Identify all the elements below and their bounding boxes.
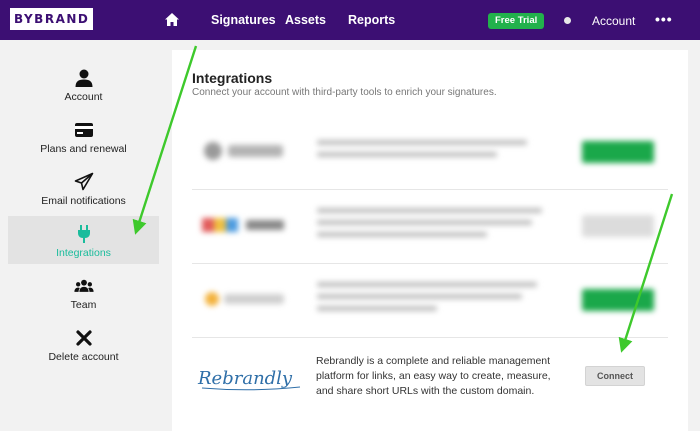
settings-sidebar: Account Plans and renewal Email notifica… — [0, 40, 170, 431]
rebrandly-connect-button[interactable]: Connect — [585, 366, 645, 386]
sidebar-item-label: Account — [64, 91, 103, 103]
integration-button-blurred[interactable] — [582, 141, 654, 163]
sidebar-item-account[interactable]: Account — [8, 66, 159, 114]
rebrandly-description: Rebrandly is a complete and reliable man… — [316, 355, 551, 397]
top-navigation: BYBRAND Signatures Assets Reports Free T… — [0, 0, 700, 40]
integration-logo-blurred — [205, 292, 284, 306]
nav-account[interactable]: Account — [592, 13, 635, 29]
rebrandly-logo: Rebrandly — [197, 368, 301, 391]
svg-text:Rebrandly: Rebrandly — [197, 368, 293, 389]
integrations-panel: Integrations Connect your account with t… — [172, 50, 688, 431]
team-icon — [73, 279, 94, 292]
more-menu-icon[interactable]: ••• — [655, 11, 673, 27]
integration-logo-blurred — [202, 218, 284, 232]
integration-row-blurred — [192, 118, 668, 190]
paper-plane-icon — [74, 172, 93, 191]
home-icon[interactable] — [164, 12, 180, 28]
integration-row-rebrandly: Rebrandly Rebrandly is a complete and re… — [192, 340, 668, 420]
integration-button-blurred[interactable] — [582, 215, 654, 237]
sidebar-item-team[interactable]: Team — [8, 274, 159, 322]
plug-icon — [77, 225, 90, 243]
sidebar-item-integrations[interactable]: Integrations — [8, 216, 159, 264]
nav-reports[interactable]: Reports — [348, 12, 395, 28]
close-icon — [75, 330, 92, 346]
integration-button-blurred[interactable] — [582, 289, 654, 311]
user-icon — [75, 69, 92, 87]
integration-description-blurred — [317, 208, 542, 244]
integration-description-blurred — [317, 140, 537, 164]
page-title: Integrations — [192, 70, 273, 86]
bybrand-logo[interactable]: BYBRAND — [10, 8, 94, 30]
integration-logo-blurred — [204, 142, 283, 160]
sidebar-item-label: Email notifications — [41, 195, 126, 207]
integration-description-blurred — [317, 282, 537, 318]
credit-card-icon — [74, 123, 93, 137]
sidebar-item-label: Plans and renewal — [40, 143, 127, 155]
sidebar-item-label: Team — [70, 299, 97, 311]
sidebar-item-delete-account[interactable]: Delete account — [8, 326, 159, 374]
sidebar-item-plans[interactable]: Plans and renewal — [8, 118, 159, 166]
sidebar-item-label: Integrations — [56, 247, 111, 259]
sidebar-item-label: Delete account — [48, 351, 119, 363]
integration-row-blurred — [192, 266, 668, 338]
nav-signatures[interactable]: Signatures — [211, 12, 276, 28]
free-trial-badge[interactable]: Free Trial — [488, 13, 545, 29]
page-subtitle: Connect your account with third-party to… — [192, 87, 497, 98]
nav-assets[interactable]: Assets — [285, 12, 326, 28]
status-dot-icon — [564, 17, 571, 24]
integration-row-blurred — [192, 192, 668, 264]
sidebar-item-email-notifications[interactable]: Email notifications — [8, 170, 159, 218]
